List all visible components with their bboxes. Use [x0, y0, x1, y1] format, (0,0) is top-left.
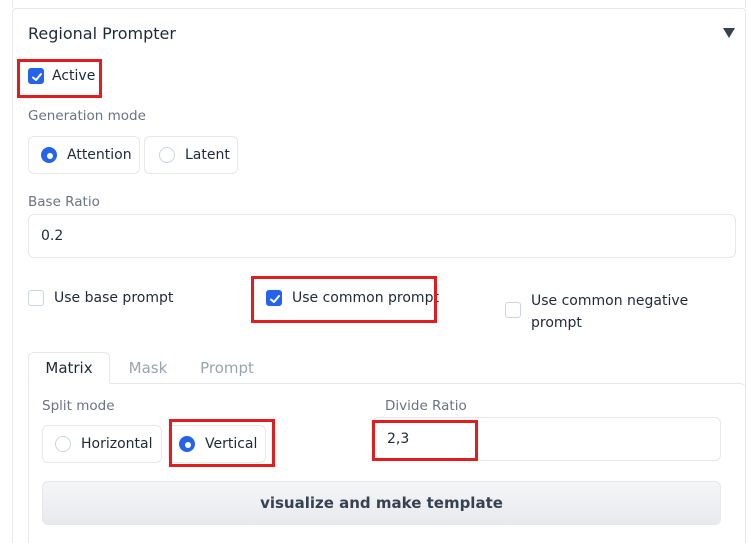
radio-horizontal-dot[interactable] [55, 436, 71, 452]
use-base-prompt-checkbox[interactable] [28, 290, 44, 306]
use-common-negative-prompt-line1: Use common negative [531, 293, 689, 309]
radio-vertical[interactable]: Vertical [168, 425, 266, 463]
use-common-negative-prompt-label: Use common negative prompt [531, 290, 688, 334]
radio-attention-dot[interactable] [41, 147, 57, 163]
panel-title: Regional Prompter [28, 24, 176, 43]
radio-attention[interactable]: Attention [28, 136, 140, 174]
active-checkbox-row[interactable]: Active [28, 68, 95, 84]
panel-top-edge [12, 0, 746, 8]
divide-ratio-value: 2,3 [387, 431, 410, 447]
active-label: Active [52, 68, 96, 84]
tab-mask[interactable]: Mask [120, 352, 176, 384]
visualize-template-button[interactable]: visualize and make template [42, 481, 721, 525]
radio-vertical-label: Vertical [205, 436, 258, 452]
radio-latent-dot[interactable] [159, 147, 175, 163]
check-icon [270, 295, 280, 303]
triangle-down-icon[interactable] [722, 26, 736, 40]
split-mode-label: Split mode [42, 398, 115, 414]
use-common-prompt-checkbox[interactable] [266, 290, 282, 306]
base-ratio-value: 0.2 [41, 228, 64, 244]
use-common-negative-prompt-row[interactable]: Use common negative prompt [505, 290, 688, 334]
radio-horizontal-label: Horizontal [81, 436, 153, 452]
generation-mode-label: Generation mode [28, 108, 146, 124]
radio-horizontal[interactable]: Horizontal [42, 425, 162, 463]
radio-latent[interactable]: Latent [144, 136, 238, 174]
tab-matrix[interactable]: Matrix [28, 352, 110, 384]
use-base-prompt-label: Use base prompt [54, 290, 174, 306]
use-common-prompt-label: Use common prompt [292, 290, 439, 306]
tab-prompt[interactable]: Prompt [192, 352, 262, 384]
divide-ratio-input[interactable]: 2,3 [372, 417, 721, 461]
check-icon [32, 73, 42, 81]
radio-latent-label: Latent [185, 147, 230, 163]
divide-ratio-label: Divide Ratio [385, 398, 467, 414]
radio-attention-label: Attention [67, 147, 132, 163]
base-ratio-input[interactable]: 0.2 [28, 214, 736, 258]
active-checkbox[interactable] [28, 68, 44, 84]
use-common-prompt-row[interactable]: Use common prompt [266, 290, 439, 306]
use-common-negative-prompt-checkbox[interactable] [505, 302, 521, 318]
use-base-prompt-row[interactable]: Use base prompt [28, 290, 173, 306]
use-common-negative-prompt-line2: prompt [531, 315, 582, 331]
radio-vertical-dot[interactable] [179, 436, 195, 452]
base-ratio-label: Base Ratio [28, 194, 100, 210]
